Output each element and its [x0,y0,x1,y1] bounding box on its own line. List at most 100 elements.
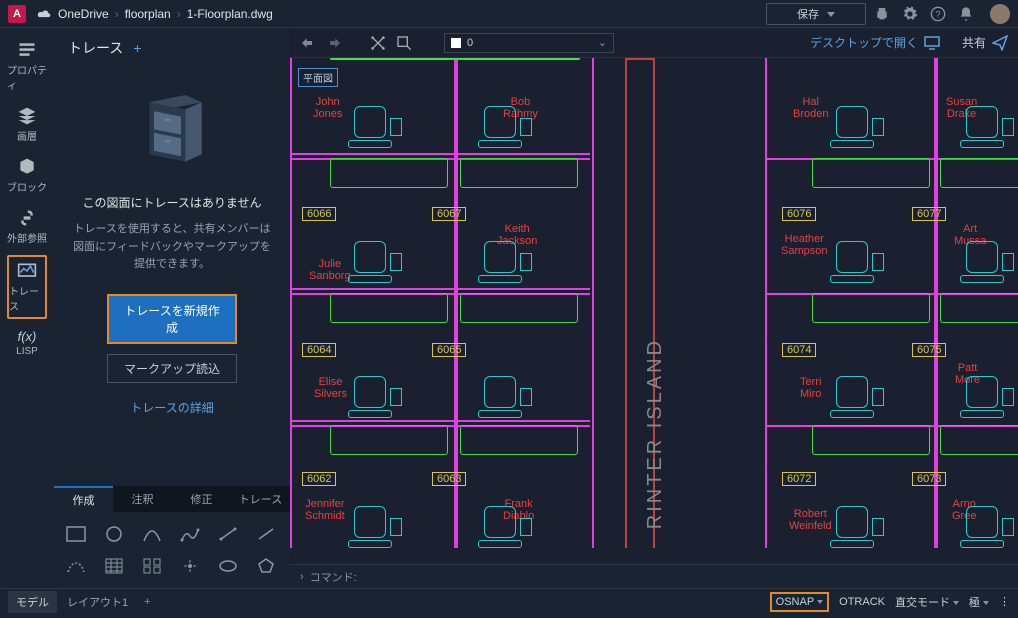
tool-ellipse[interactable] [214,554,242,578]
tool-hatch[interactable] [100,554,128,578]
help-icon[interactable]: ? [930,6,946,22]
chair-icon [354,241,386,273]
crumb-sep: › [115,7,119,21]
pc-icon [390,253,402,271]
avatar[interactable] [990,4,1010,24]
tool-circle[interactable] [100,522,128,546]
desk-icon [830,275,874,283]
cross-icon[interactable] [370,35,386,51]
room-number: 6076 [782,207,816,221]
layer-selector[interactable]: 0 ⌄ [444,33,614,53]
tab-trace[interactable]: トレース [231,486,290,512]
ortho-toggle[interactable]: 直交モード [895,594,959,610]
tool-tabs: 作成 注釈 修正 トレース [54,486,290,512]
bell-icon[interactable] [958,6,974,22]
desk-icon [478,540,522,548]
chair-icon [484,106,516,138]
tool-line[interactable] [252,522,280,546]
monitor-icon [924,36,940,50]
chair-icon [966,376,998,408]
room-number: 6073 [912,472,946,486]
chevron-down-icon [827,12,835,17]
tool-rect[interactable] [62,522,90,546]
room-number: 6077 [912,207,946,221]
share-button[interactable]: 共有 [962,34,1008,51]
more-icon[interactable]: ⋮ [999,595,1010,608]
redo-icon[interactable] [326,35,342,51]
save-button[interactable]: 保存 [766,3,866,25]
rail-trace[interactable]: トレース [7,255,47,319]
gear-icon[interactable] [902,6,918,22]
import-markup-button[interactable]: マークアップ読込 [107,354,237,383]
tab-create[interactable]: 作成 [54,486,113,512]
tool-point[interactable] [176,554,204,578]
panel-title: トレース [68,38,123,58]
pc-icon [1002,118,1014,136]
chevron-right-icon: › [300,571,304,583]
room-number: 6062 [302,472,336,486]
room-number: 6067 [432,207,466,221]
undo-icon[interactable] [300,35,316,51]
create-trace-button[interactable]: トレースを新規作成 [107,294,237,344]
crumb-sep: › [177,7,181,21]
pc-icon [520,388,532,406]
zoom-icon[interactable] [396,35,412,51]
chair-icon [484,506,516,538]
rail-blocks[interactable]: ブロック [7,153,47,198]
properties-icon [16,40,38,60]
chair-icon [484,241,516,273]
polar-toggle[interactable]: 極 [969,594,989,610]
rail-layers[interactable]: 画層 [7,102,47,147]
empty-title: この図面にトレースはありません [82,194,261,211]
osnap-toggle[interactable]: OSNAP [770,592,830,612]
chair-icon [354,376,386,408]
tool-array[interactable] [138,554,166,578]
tab-model[interactable]: モデル [8,591,57,613]
room-number: 6072 [782,472,816,486]
layer-swatch [451,38,461,48]
desk-icon [960,540,1004,548]
room-number: 6074 [782,343,816,357]
view-tag: 平面図 [298,68,338,87]
tool-polyline[interactable] [176,522,204,546]
tab-modify[interactable]: 修正 [172,486,231,512]
tool-polygon[interactable] [252,554,280,578]
rail-xref[interactable]: 外部参照 [7,204,47,249]
pc-icon [1002,388,1014,406]
tool-line-pts[interactable] [214,522,242,546]
tab-layout1[interactable]: レイアウト1 [59,591,136,613]
rail-lisp[interactable]: f(x) LISP [7,325,47,361]
drawing-canvas[interactable]: 平面図 RINTER ISLAND [290,58,1018,564]
panel-body: この図面にトレースはありません トレースを使用すると、共有メンバーは図面にフィー… [54,64,290,486]
crumb-folder[interactable]: floorplan [125,7,171,21]
rail-properties[interactable]: プロパティ [7,36,47,96]
command-line[interactable]: › コマンド: [290,564,1018,588]
empty-description: トレースを使用すると、共有メンバーは図面にフィードバックやマークアップを提供でき… [72,221,272,274]
room-number: 6075 [912,343,946,357]
xref-icon [16,208,38,228]
desk-icon [478,410,522,418]
chair-icon [966,506,998,538]
desk-icon [348,275,392,283]
chair-icon [966,106,998,138]
open-desktop-link[interactable]: デスクトップで開く [810,34,940,51]
tool-spline[interactable] [62,554,90,578]
crumb-root[interactable]: OneDrive [58,7,109,21]
add-layout-icon[interactable]: + [138,596,156,608]
crumb-file[interactable]: 1-Floorplan.dwg [187,7,273,21]
pc-icon [390,388,402,406]
chair-icon [836,106,868,138]
pc-icon [390,518,402,536]
add-trace-icon[interactable]: + [133,40,141,56]
desk-icon [348,540,392,548]
trace-details-link[interactable]: トレースの詳細 [130,399,213,416]
tab-annotate[interactable]: 注釈 [113,486,172,512]
tool-arc[interactable] [138,522,166,546]
topbar-icons: ? [874,4,1010,24]
lisp-icon: f(x) [18,329,37,344]
print-icon[interactable] [874,6,890,22]
otrack-toggle[interactable]: OTRACK [839,596,885,608]
pc-icon [872,253,884,271]
pc-icon [872,388,884,406]
room-label: JohnJones [313,96,342,120]
